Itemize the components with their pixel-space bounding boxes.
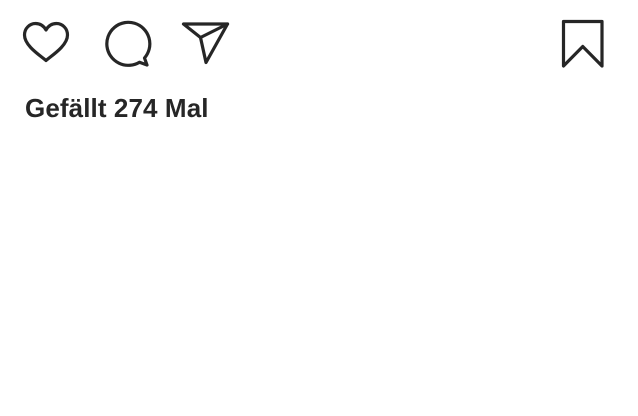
heart-icon xyxy=(22,21,70,63)
like-button[interactable] xyxy=(20,18,72,70)
save-button[interactable] xyxy=(559,18,607,70)
bookmark-icon xyxy=(561,19,604,68)
paper-plane-icon xyxy=(181,22,230,65)
comment-bubble-icon xyxy=(105,20,152,67)
comment-button[interactable] xyxy=(100,18,152,70)
likes-count[interactable]: Gefällt 274 Mal xyxy=(25,93,209,123)
post-action-bar xyxy=(0,0,638,88)
share-button[interactable] xyxy=(179,18,231,70)
